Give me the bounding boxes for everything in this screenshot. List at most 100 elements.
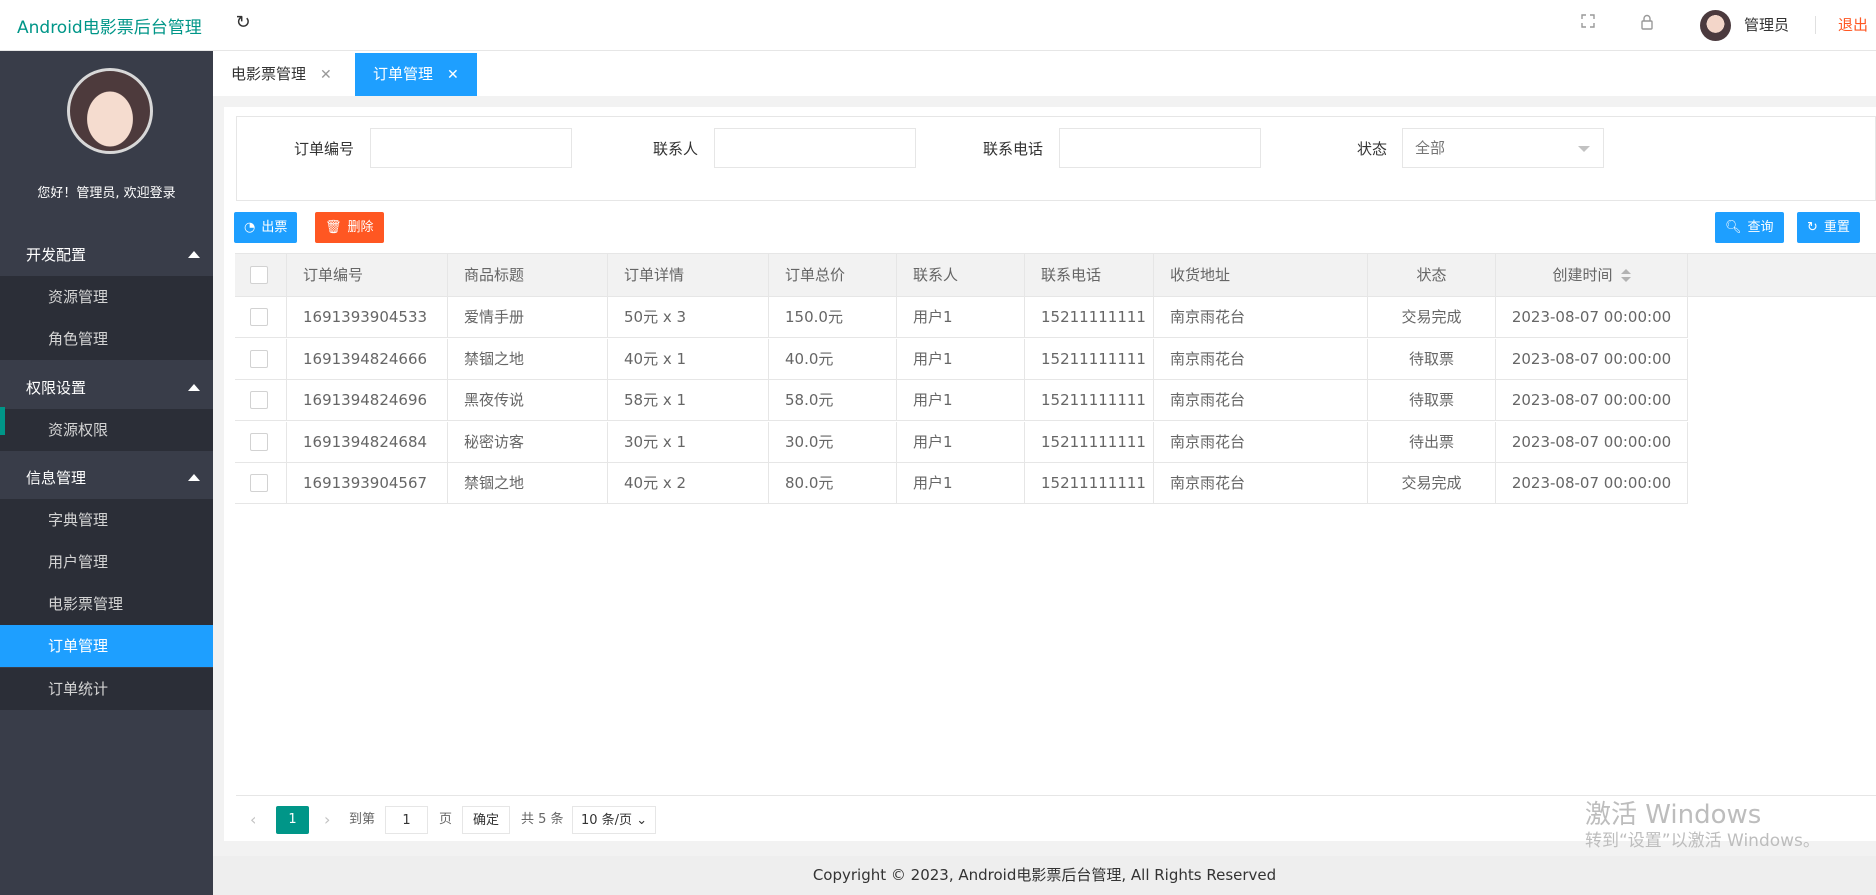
menu-group-info-mgmt[interactable]: 信息管理	[0, 457, 213, 499]
cell-address: 南京雨花台	[1154, 380, 1368, 421]
col-title[interactable]: 商品标题	[448, 254, 608, 297]
status-label: 状态	[1357, 140, 1388, 158]
cell-status: 交易完成	[1368, 463, 1496, 504]
col-contact[interactable]: 联系人	[897, 254, 1025, 297]
row-checkbox[interactable]	[250, 474, 268, 492]
cell-order-no: 1691393904567	[287, 463, 448, 504]
goto-confirm-button[interactable]: 确定	[462, 806, 511, 834]
cell-contact: 用户1	[897, 380, 1025, 421]
menu-group-label: 信息管理	[26, 469, 87, 487]
page-current[interactable]: 1	[276, 806, 309, 834]
row-checkbox[interactable]	[250, 349, 268, 368]
menu-group-label: 开发配置	[26, 246, 87, 264]
cell-created: 2023-08-07 00:00:00	[1496, 338, 1688, 380]
cell-created: 2023-08-07 00:00:00	[1496, 463, 1688, 504]
cell-status: 待出票	[1368, 421, 1496, 463]
issue-ticket-button[interactable]: ◔ 出票	[234, 212, 298, 243]
total-count: 共 5 条	[521, 812, 564, 827]
reset-label: 重置	[1823, 220, 1850, 235]
tab-label: 订单管理	[373, 65, 434, 83]
next-page-icon[interactable]: ›	[324, 806, 330, 834]
chevron-up-icon	[188, 474, 200, 481]
order-no-label: 订单编号	[294, 140, 355, 158]
refresh-icon[interactable]: ↻	[233, 13, 253, 33]
contact-input[interactable]	[714, 128, 916, 168]
cell-detail: 58元 x 1	[608, 380, 769, 421]
phone-input[interactable]	[1059, 128, 1261, 168]
prev-page-icon[interactable]: ‹	[250, 806, 256, 834]
sidebar-item-resource-permission[interactable]: 资源权限	[0, 409, 213, 451]
sidebar-item-resource-mgmt[interactable]: 资源管理	[0, 276, 213, 318]
cell-order-no: 1691394824666	[287, 338, 448, 380]
sidebar: 您好！管理员, 欢迎登录 开发配置 资源管理 角色管理 权限设置 资源权限 信息…	[0, 51, 213, 895]
row-checkbox-cell	[235, 421, 287, 463]
user-avatar[interactable]	[1700, 10, 1731, 41]
cell-detail: 30元 x 1	[608, 421, 769, 463]
sort-icon[interactable]	[1620, 268, 1631, 283]
col-status[interactable]: 状态	[1368, 254, 1496, 297]
tab-bar: 电影票管理 ✕ 订单管理 ✕	[213, 51, 1876, 96]
cell-status: 待取票	[1368, 338, 1496, 380]
menu-group-permission[interactable]: 权限设置	[0, 367, 213, 409]
tab-label: 电影票管理	[231, 65, 307, 83]
table-row[interactable]: 1691394824666 禁锢之地 40元 x 1 40.0元 用户1 15211111…	[235, 338, 1688, 380]
col-detail[interactable]: 订单详情	[608, 254, 769, 297]
reset-button[interactable]: ↻ 重置	[1797, 212, 1860, 243]
lock-icon[interactable]	[1637, 14, 1657, 34]
row-checkbox[interactable]	[250, 308, 268, 326]
table-row[interactable]: 1691393904567 禁锢之地 40元 x 2 80.0元 用户1 15211111…	[235, 463, 1688, 504]
row-checkbox[interactable]	[250, 391, 268, 409]
row-checkbox[interactable]	[250, 432, 268, 451]
close-icon[interactable]: ✕	[447, 67, 459, 83]
tab-order-mgmt[interactable]: 订单管理 ✕	[355, 53, 477, 96]
order-no-input[interactable]	[370, 128, 572, 168]
cell-phone: 15211111111	[1025, 421, 1154, 463]
col-created[interactable]: 创建时间	[1496, 254, 1688, 297]
cell-created: 2023-08-07 00:00:00	[1496, 421, 1688, 463]
sidebar-item-user-mgmt[interactable]: 用户管理	[0, 541, 213, 583]
cell-status: 待取票	[1368, 380, 1496, 421]
activation-watermark-subtitle: 转到“设置”以激活 Windows。	[1585, 831, 1820, 851]
sidebar-item-ticket-mgmt[interactable]: 电影票管理	[0, 583, 213, 625]
admin-name[interactable]: 管理员	[1744, 14, 1789, 35]
page-input[interactable]: 1	[385, 806, 428, 834]
chevron-up-icon	[188, 251, 200, 258]
search-icon: 🔍︎	[1725, 220, 1742, 235]
cell-total: 40.0元	[769, 338, 897, 380]
status-select[interactable]: 全部	[1402, 128, 1604, 168]
col-total[interactable]: 订单总价	[769, 254, 897, 297]
header-checkbox-cell	[235, 254, 287, 297]
page-size-select[interactable]: 10 条/页 ⌄	[572, 806, 657, 834]
col-address[interactable]: 收货地址	[1154, 254, 1368, 297]
query-button[interactable]: 🔍︎ 查询	[1715, 212, 1784, 243]
sidebar-item-order-mgmt[interactable]: 订单管理	[0, 625, 213, 667]
cell-phone: 15211111111	[1025, 380, 1154, 421]
caret-down-icon	[1578, 146, 1590, 152]
sidebar-item-role-mgmt[interactable]: 角色管理	[0, 318, 213, 360]
menu-group-dev-config[interactable]: 开发配置	[0, 234, 213, 276]
brand-title[interactable]: Android电影票后台管理	[17, 13, 202, 38]
row-checkbox-cell	[235, 338, 287, 380]
logout-link[interactable]: 退出	[1838, 14, 1868, 35]
cell-contact: 用户1	[897, 338, 1025, 380]
chevron-up-icon	[188, 384, 200, 391]
trash-icon: 🗑	[325, 220, 342, 235]
reset-icon: ↻	[1807, 220, 1818, 235]
tab-ticket-mgmt[interactable]: 电影票管理 ✕	[213, 53, 350, 96]
close-icon[interactable]: ✕	[320, 67, 332, 83]
col-order-no[interactable]: 订单编号	[287, 254, 448, 297]
table-row[interactable]: 1691394824696 黑夜传说 58元 x 1 58.0元 用户1 15211111…	[235, 380, 1688, 421]
cell-phone: 15211111111	[1025, 297, 1154, 338]
sidebar-item-order-stats[interactable]: 订单统计	[0, 668, 213, 710]
cell-title: 禁锢之地	[448, 338, 608, 380]
col-created-label: 创建时间	[1552, 266, 1613, 284]
table-row[interactable]: 1691394824684 秘密访客 30元 x 1 30.0元 用户1 15211111…	[235, 421, 1688, 463]
table-row[interactable]: 1691393904533 爱情手册 50元 x 3 150.0元 用户1 1521111…	[235, 297, 1688, 338]
sidebar-item-dict-mgmt[interactable]: 字典管理	[0, 499, 213, 541]
fullscreen-icon[interactable]	[1578, 14, 1598, 32]
cell-contact: 用户1	[897, 297, 1025, 338]
chevron-down-icon: ⌄	[636, 813, 648, 828]
delete-button[interactable]: 🗑 删除	[315, 212, 384, 243]
select-all-checkbox[interactable]	[250, 266, 268, 284]
col-phone[interactable]: 联系电话	[1025, 254, 1154, 297]
